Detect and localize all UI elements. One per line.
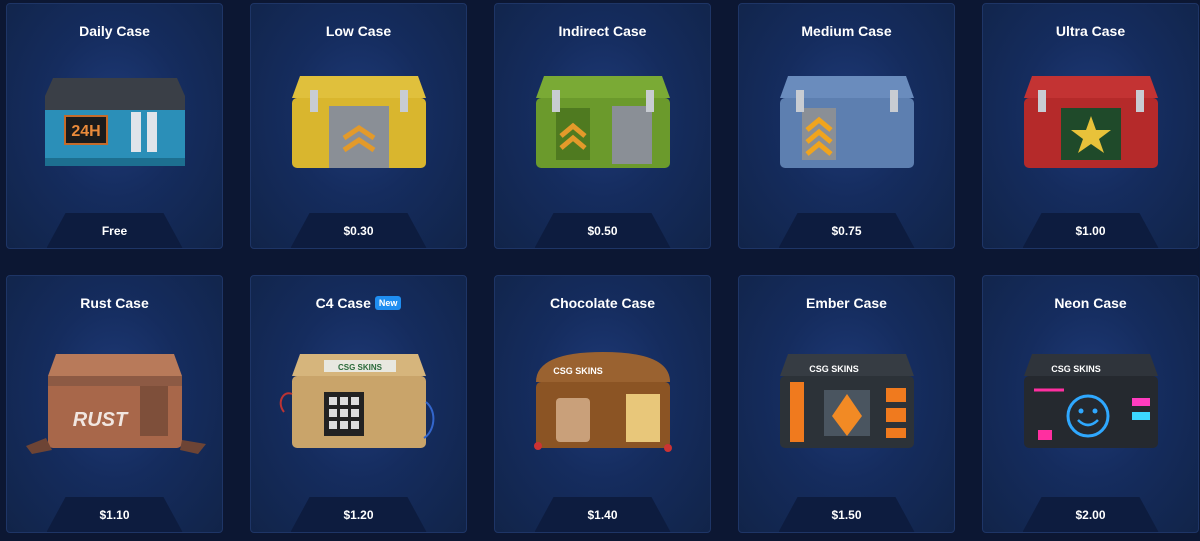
neon-case-image: CSG SKINS bbox=[1023, 354, 1158, 448]
case-price: $0.30 bbox=[290, 213, 427, 248]
ultra-case-image bbox=[1023, 76, 1158, 168]
case-title: Low Case bbox=[325, 23, 392, 39]
case-title: Neon Case bbox=[1054, 295, 1127, 311]
rust-case-image: RUST bbox=[25, 354, 206, 454]
rust-graffiti-icon: RUST bbox=[25, 354, 206, 454]
flame-panel-icon: CSG SKINS bbox=[779, 354, 914, 448]
case-price: $1.50 bbox=[778, 497, 915, 532]
case-price: $1.10 bbox=[46, 497, 183, 532]
timer-24h-icon: 24H bbox=[44, 78, 185, 166]
case-title: Rust Case bbox=[80, 295, 149, 311]
medium-case-image bbox=[779, 76, 914, 168]
case-title: Medium Case bbox=[801, 23, 892, 39]
case-price: $1.20 bbox=[290, 497, 427, 532]
case-card-low[interactable]: Low Case $0.30 bbox=[250, 3, 467, 249]
case-card-c4[interactable]: C4 Case New CSG SKINS $1.20 bbox=[250, 275, 467, 533]
case-price: $1.00 bbox=[1022, 213, 1159, 248]
indirect-case-image bbox=[535, 76, 670, 168]
case-card-rust[interactable]: Rust Case RUST $1.10 bbox=[6, 275, 223, 533]
case-card-neon[interactable]: Neon Case CSG SKINS $2.00 bbox=[982, 275, 1199, 533]
timer-label: 24H bbox=[71, 123, 100, 140]
low-case-image bbox=[291, 76, 426, 168]
case-grid: Daily Case 24H Free Low Case $0.30 Indir… bbox=[6, 3, 1199, 533]
case-card-ultra[interactable]: Ultra Case $1.00 bbox=[982, 3, 1199, 249]
c4-case-image: CSG SKINS bbox=[279, 354, 434, 448]
case-title: Indirect Case bbox=[558, 23, 647, 39]
brand-label: CSG SKINS bbox=[337, 363, 382, 372]
new-badge: New bbox=[374, 296, 402, 310]
case-price: $1.40 bbox=[534, 497, 671, 532]
rust-graffiti-label: RUST bbox=[72, 409, 128, 431]
case-card-medium[interactable]: Medium Case $0.75 bbox=[738, 3, 955, 249]
smiley-icon: CSG SKINS bbox=[1023, 354, 1158, 448]
case-title: Chocolate Case bbox=[549, 295, 656, 311]
star-icon bbox=[1023, 76, 1158, 168]
brand-label: CSG SKINS bbox=[1051, 364, 1101, 374]
ember-case-image: CSG SKINS bbox=[779, 354, 914, 448]
case-price: Free bbox=[46, 213, 183, 248]
barrel-icon: CSG SKINS bbox=[533, 352, 672, 452]
case-price: $2.00 bbox=[1022, 497, 1159, 532]
case-title: Ultra Case bbox=[1055, 23, 1126, 39]
case-title: C4 Case New bbox=[251, 295, 466, 311]
case-card-indirect[interactable]: Indirect Case $0.50 bbox=[494, 3, 711, 249]
brand-label: CSG SKINS bbox=[809, 364, 859, 374]
chevron-rank-icon bbox=[291, 76, 426, 168]
case-price: $0.75 bbox=[778, 213, 915, 248]
case-title: Daily Case bbox=[79, 23, 150, 39]
chevron-rank-icon bbox=[779, 76, 914, 168]
daily-case-image: 24H bbox=[44, 78, 185, 166]
chevron-rank-icon bbox=[535, 76, 670, 168]
case-title-text: C4 Case bbox=[315, 295, 371, 311]
case-title: Ember Case bbox=[806, 295, 887, 311]
chocolate-case-image: CSG SKINS bbox=[533, 352, 672, 452]
case-card-daily[interactable]: Daily Case 24H Free bbox=[6, 3, 223, 249]
case-price: $0.50 bbox=[534, 213, 671, 248]
keypad-icon: CSG SKINS bbox=[279, 354, 434, 448]
case-card-chocolate[interactable]: Chocolate Case CSG SKINS $1.40 bbox=[494, 275, 711, 533]
brand-label: CSG SKINS bbox=[553, 366, 603, 376]
case-card-ember[interactable]: Ember Case CSG SKINS $1.50 bbox=[738, 275, 955, 533]
